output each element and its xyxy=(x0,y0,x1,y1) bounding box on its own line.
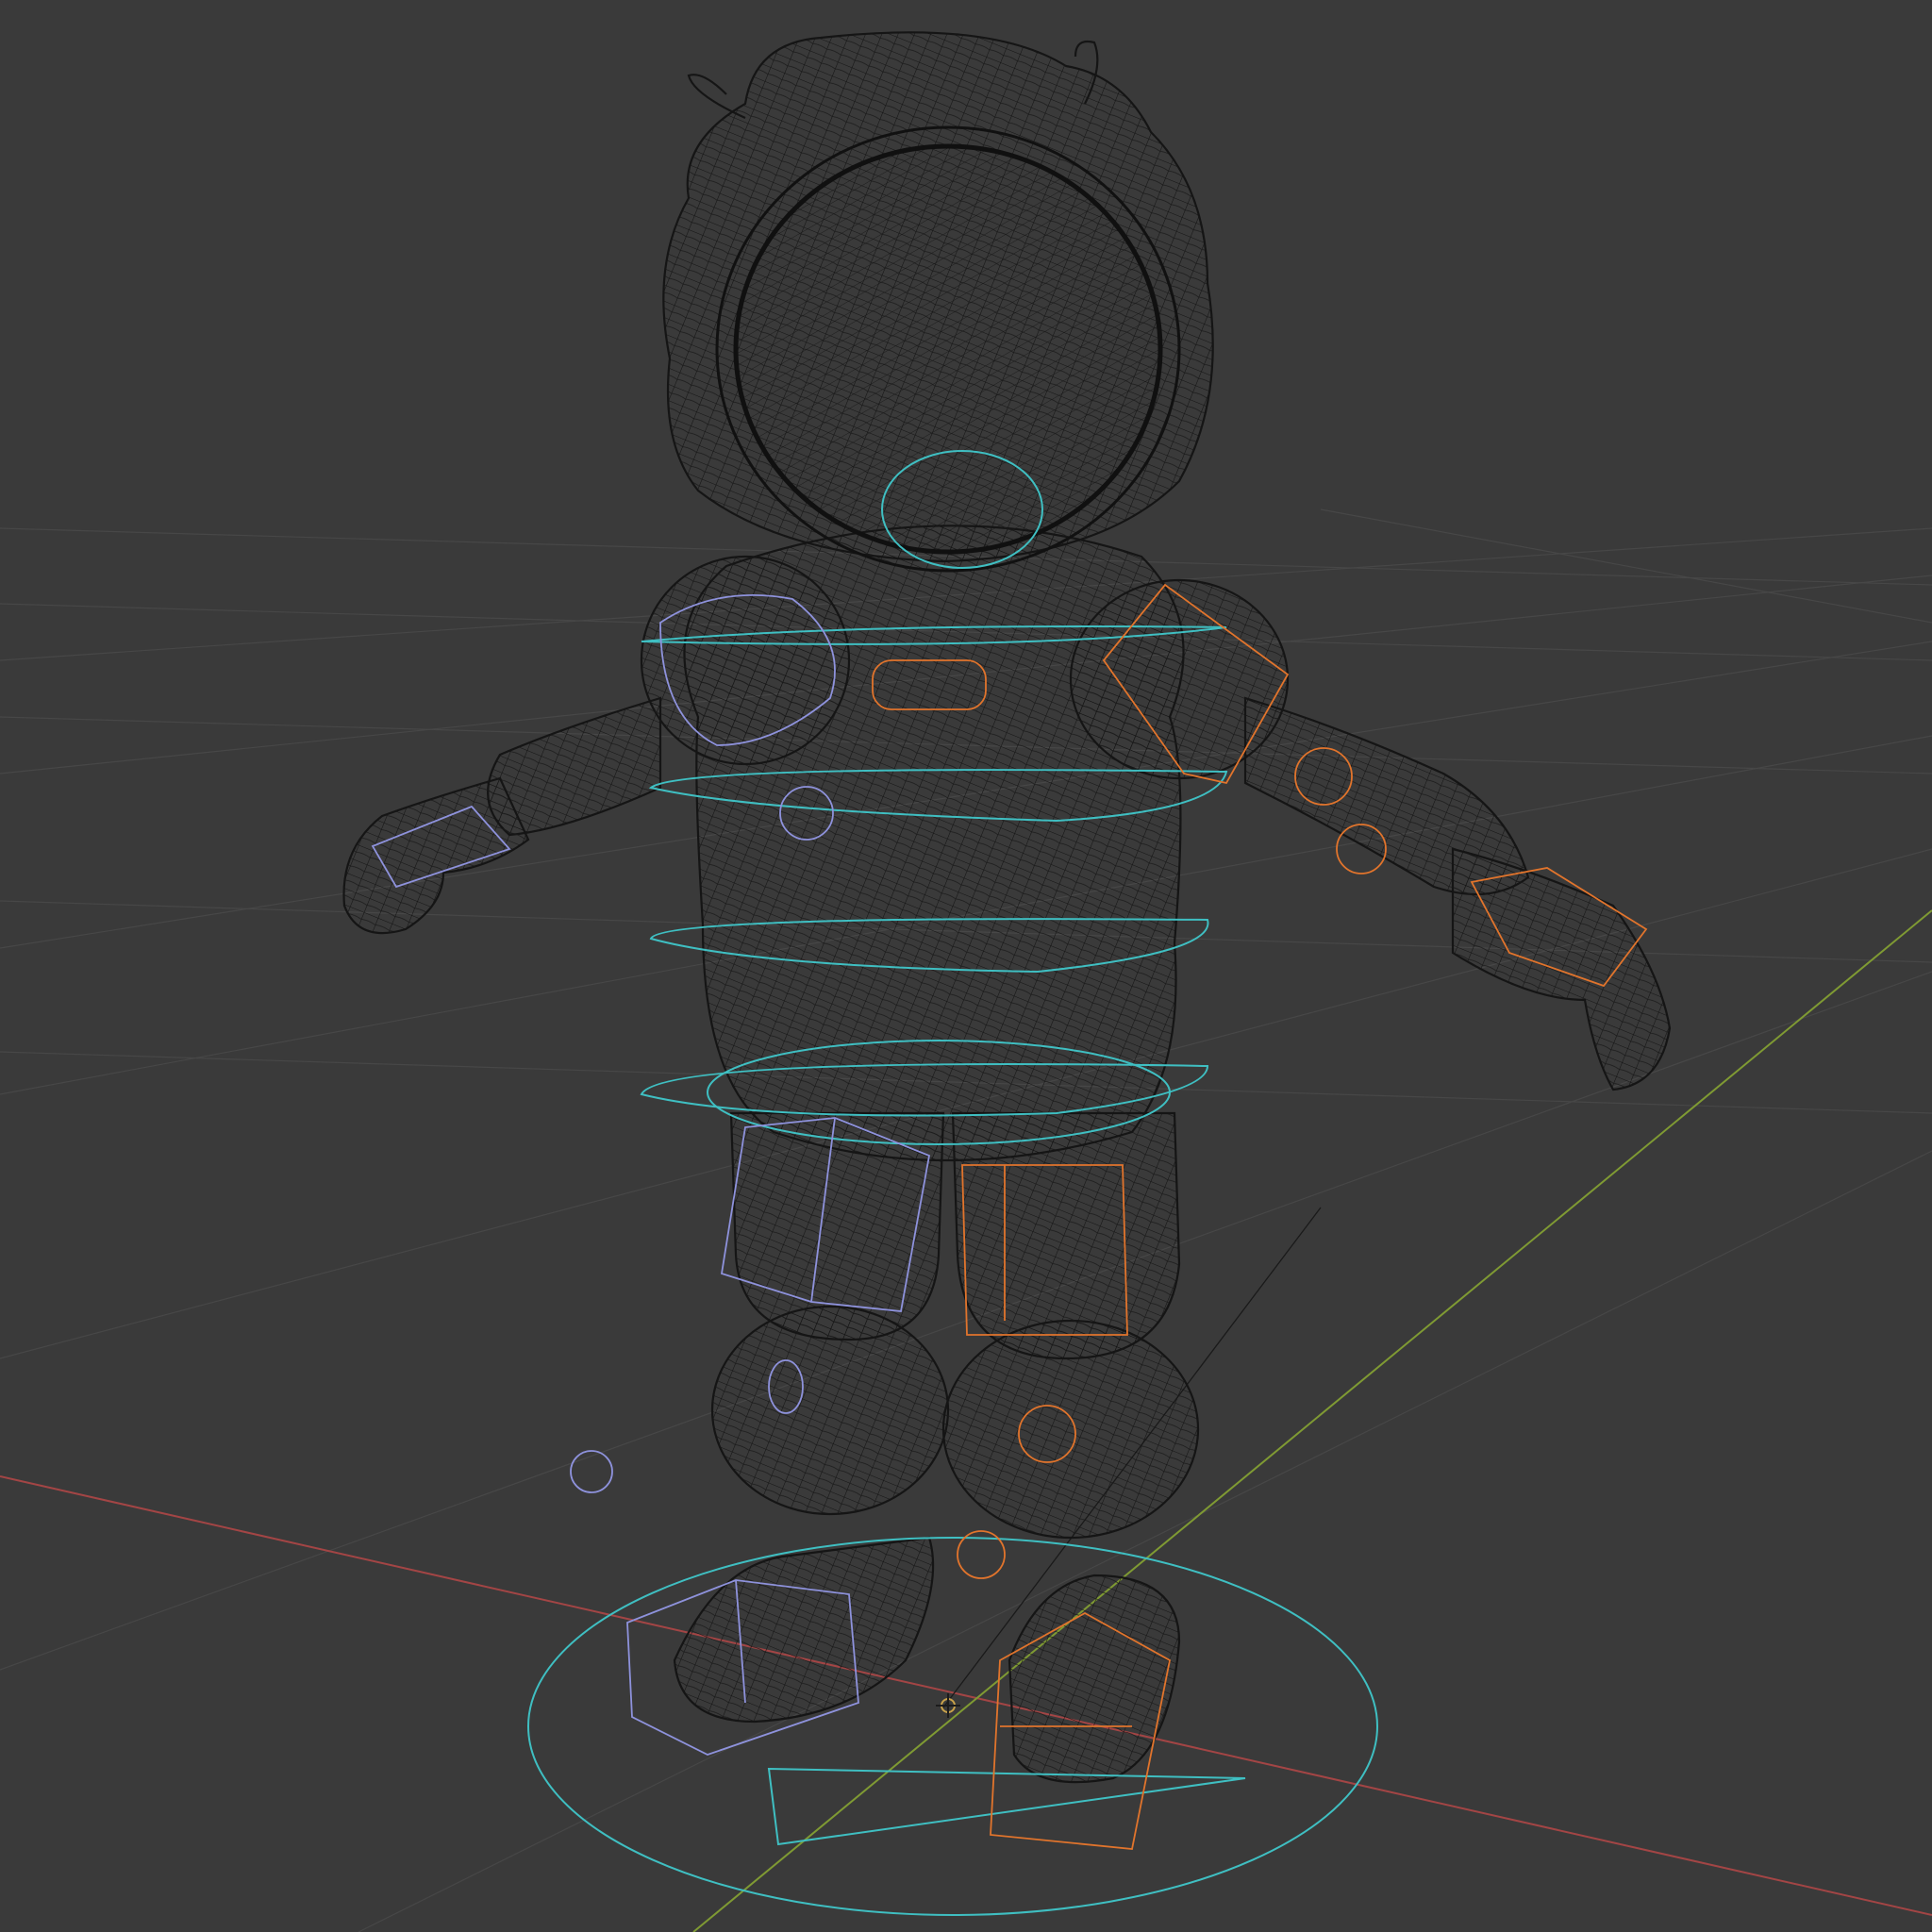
3d-viewport[interactable] xyxy=(0,0,1932,1932)
